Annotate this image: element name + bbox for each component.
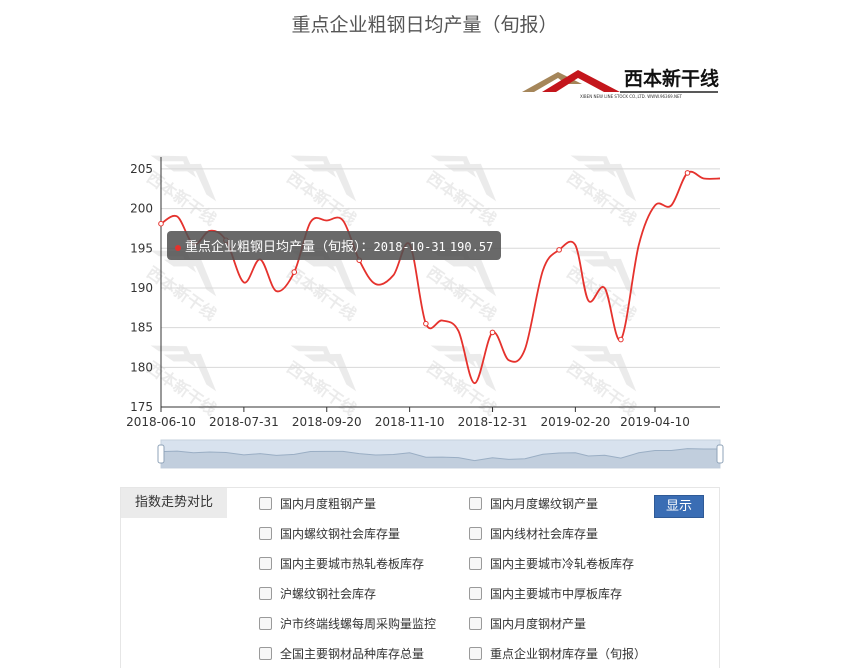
tooltip-series-name: 重点企业粗钢日均产量（旬报） — [185, 240, 361, 255]
compare-option[interactable]: 国内月度粗钢产量 — [259, 496, 376, 512]
compare-option-checkbox[interactable] — [469, 497, 482, 510]
y-tick-label: 205 — [130, 162, 153, 176]
compare-option-checkbox[interactable] — [469, 647, 482, 660]
data-point[interactable] — [556, 247, 562, 253]
compare-option-label: 国内主要城市中厚板库存 — [490, 587, 623, 601]
chart-tooltip: 重点企业粗钢日均产量（旬报）：2018-10-31 190.57 — [167, 231, 502, 260]
svg-text:西本新干线: 西本新干线 — [143, 168, 219, 229]
svg-text:西本新干线: 西本新干线 — [143, 263, 219, 324]
x-tick-label: 2018-11-10 — [375, 415, 445, 429]
data-point[interactable] — [158, 220, 164, 227]
compare-option-checkbox[interactable] — [469, 587, 482, 600]
compare-option[interactable]: 国内主要城市冷轧卷板库存 — [469, 556, 634, 572]
x-tick-label: 2018-12-31 — [458, 415, 528, 429]
y-tick-label: 175 — [130, 400, 153, 414]
compare-option-checkbox[interactable] — [469, 527, 482, 540]
compare-option-checkbox[interactable] — [259, 617, 272, 630]
compare-option-checkbox[interactable] — [259, 587, 272, 600]
watermark-mark: 西本新干线 — [423, 345, 500, 419]
y-tick-label: 195 — [130, 241, 153, 255]
y-tick-label: 185 — [130, 321, 153, 335]
compare-option-label: 国内主要城市冷轧卷板库存 — [490, 557, 635, 571]
compare-option[interactable]: 国内螺纹钢社会库存量 — [259, 526, 400, 542]
svg-text:西本新干线: 西本新干线 — [563, 263, 639, 324]
compare-option-label: 沪螺纹钢社会库存 — [280, 587, 377, 601]
compare-option-checkbox[interactable] — [469, 557, 482, 570]
zoom-handle-right[interactable] — [716, 444, 724, 464]
compare-option[interactable]: 国内主要城市中厚板库存 — [469, 586, 622, 602]
compare-option[interactable]: 国内月度螺纹钢产量 — [469, 496, 598, 512]
y-tick-label: 190 — [130, 281, 153, 295]
svg-text:西本新干线: 西本新干线 — [423, 168, 499, 229]
watermark-mark: 西本新干线 — [563, 250, 640, 324]
compare-option[interactable]: 国内线材社会库存量 — [469, 526, 598, 542]
compare-option-label: 国内月度螺纹钢产量 — [490, 497, 599, 511]
compare-option[interactable]: 全国主要钢材品种库存总量 — [259, 646, 424, 662]
compare-option-label: 沪市终端线螺每周采购量监控 — [280, 617, 437, 631]
compare-option-checkbox[interactable] — [259, 527, 272, 540]
x-tick-label: 2018-06-10 — [126, 415, 196, 429]
x-tick-label: 2019-02-20 — [541, 415, 611, 429]
compare-option-label: 国内主要城市热轧卷板库存 — [280, 557, 425, 571]
tooltip-value: 190.57 — [449, 240, 494, 254]
data-point[interactable] — [423, 320, 429, 327]
watermark-mark: 西本新干线 — [283, 345, 360, 419]
watermark-mark: 西本新干线 — [563, 345, 640, 419]
x-tick-label: 2018-09-20 — [292, 415, 362, 429]
index-compare-panel: 指数走势对比 显示 国内月度粗钢产量 国内月度螺纹钢产量国内螺纹钢社会库存量 国内线… — [120, 487, 720, 668]
compare-option-label: 国内螺纹钢社会库存量 — [280, 527, 401, 541]
zoom-handle-left[interactable] — [157, 444, 165, 464]
compare-option-checkbox[interactable] — [259, 647, 272, 660]
tooltip-series-dot — [175, 244, 181, 251]
data-point[interactable] — [489, 329, 496, 336]
svg-text:西本新干线: 西本新干线 — [563, 168, 639, 229]
tooltip-date: 2018-10-31 — [373, 240, 446, 254]
tooltip-separator: ： — [360, 240, 374, 255]
data-point[interactable] — [291, 269, 298, 275]
data-point[interactable] — [684, 170, 691, 176]
x-tick-label: 2018-07-31 — [209, 415, 279, 429]
watermark-layer: 西本新干线西本新干线西本新干线西本新干线西本新干线西本新干线西本新干线西本新干线… — [143, 155, 640, 419]
show-button[interactable]: 显示 — [654, 495, 704, 518]
compare-option[interactable]: 国内主要城市热轧卷板库存 — [259, 556, 424, 572]
watermark-mark: 西本新干线 — [423, 155, 500, 229]
compare-option-checkbox[interactable] — [259, 557, 272, 570]
watermark-mark: 西本新干线 — [563, 155, 640, 229]
x-tick-label: 2019-04-10 — [620, 415, 690, 429]
compare-option[interactable]: 沪市终端线螺每周采购量监控 — [259, 616, 436, 632]
compare-option-checkbox[interactable] — [469, 617, 482, 630]
compare-option-checkbox[interactable] — [259, 497, 272, 510]
compare-option-label: 国内月度粗钢产量 — [280, 497, 377, 511]
compare-option-label: 国内线材社会库存量 — [490, 527, 599, 541]
index-compare-label: 指数走势对比 — [121, 488, 227, 518]
compare-option-label: 国内月度钢材产量 — [490, 617, 587, 631]
watermark-mark: 西本新干线 — [283, 155, 360, 229]
compare-option-label: 全国主要钢材品种库存总量 — [280, 647, 425, 661]
y-tick-label: 200 — [130, 202, 153, 216]
compare-option[interactable]: 沪螺纹钢社会库存 — [259, 586, 376, 602]
svg-text:西本新干线: 西本新干线 — [423, 263, 499, 324]
y-tick-label: 180 — [130, 360, 153, 374]
compare-option[interactable]: 重点企业钢材库存量（旬报） — [469, 646, 646, 662]
compare-option[interactable]: 国内月度钢材产量 — [469, 616, 586, 632]
compare-option-label: 重点企业钢材库存量（旬报） — [490, 647, 647, 661]
data-zoom-slider[interactable] — [157, 439, 724, 469]
data-point[interactable] — [618, 336, 624, 343]
